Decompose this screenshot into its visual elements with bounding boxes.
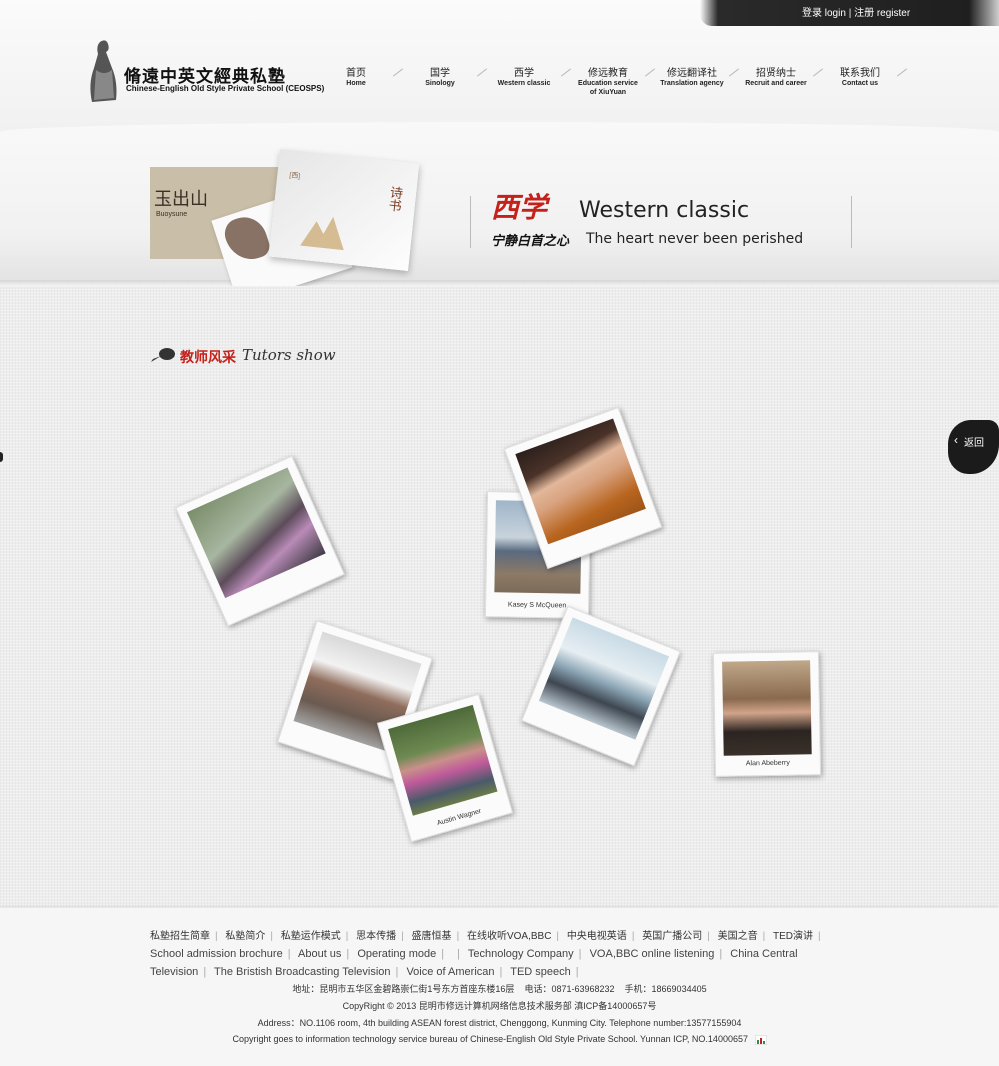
footer-link[interactable]: Voice of American [406, 966, 494, 978]
chevron-left-icon: ‹ [954, 433, 958, 447]
nav-item-translation-agency[interactable]: 修远翻译社 Translation agency [654, 64, 730, 88]
footer-links-en: School admission brochure | About us | Ope… [150, 948, 798, 978]
footer-mobile-cn: 手机：18669034405 [624, 984, 707, 994]
footer-address-cn: 地址：昆明市五华区金碧路崇仁街1号东方首座东楼16层 [292, 984, 515, 994]
nav-item-home[interactable]: 首页 Home [318, 64, 394, 88]
card-title: 玉出山 [154, 189, 208, 210]
nav-label-cn: 招贤纳士 [756, 68, 796, 79]
footer-copyright-en-row: Copyright goes to information technology… [0, 1034, 999, 1045]
footer-link[interactable]: VOA,BBC online listening [590, 948, 715, 960]
nav-label-en: Home [346, 80, 366, 87]
top-account-bar: 登录 login | 注册 register [700, 0, 999, 26]
nav-label-en: Contact us [841, 80, 879, 87]
mountain-illustration [300, 216, 344, 251]
nav-label-cn: 西学 [514, 68, 534, 79]
tutor-photo [515, 418, 646, 545]
nav-label-en: Recruit and career [745, 80, 807, 87]
footer-link[interactable]: School admission brochure [150, 948, 283, 960]
tutor-photo-card[interactable]: Alan Abeberry [712, 651, 822, 777]
login-link[interactable]: 登录 login [802, 8, 846, 19]
nav-label-cn: 修远翻译社 [667, 68, 717, 79]
footer-copyright-en: Copyright goes to information technology… [232, 1034, 748, 1044]
tutor-photo [722, 660, 812, 756]
register-link[interactable]: 注册 register [854, 8, 910, 19]
ink-stain-image [220, 211, 273, 266]
footer-copyright-cn: CopyRight © 2013 昆明市修远计算机网络信息技术服务部 滇ICP备… [342, 1001, 657, 1011]
banner-en-motto: The heart never been perished [586, 231, 804, 247]
nav-label-cn: 联系我们 [840, 68, 880, 79]
section-title-cn: 教师风采 [180, 349, 236, 365]
back-label: 返回 [964, 438, 984, 449]
footer-link[interactable]: 中央电视英语 [567, 931, 627, 942]
nav-label-cn: 国学 [430, 68, 450, 79]
footer-links-cn: 私塾招生简章 | 私塾简介 | 私塾运作模式 | 思本传播 | 盛唐恒基 | 在线收听VO… [150, 931, 821, 942]
card-tag: [西] [288, 172, 301, 181]
nav-label-cn: 修远教育 [588, 68, 628, 79]
site-logo[interactable]: 脩遠中英文經典私塾 Chinese-English Old Style Priv… [86, 36, 324, 108]
footer-contact-cn: 地址：昆明市五华区金碧路崇仁街1号东方首座东楼16层 电话：0871-63968… [0, 982, 999, 995]
footer-link[interactable]: Technology Company [468, 948, 574, 960]
nav-label-en-line2: of XiuYuan [589, 89, 627, 96]
brush-icon [151, 348, 175, 362]
banner-en-title: Western classic [579, 198, 750, 223]
footer-link[interactable]: 私塾招生简章 [150, 931, 210, 942]
banner-title-frame: 西学 Western classic 宁静白首之心 The heart neve… [470, 191, 852, 249]
footer-link[interactable]: Operating mode [357, 948, 436, 960]
footer-address-en: Address：NO.1106 room, 4th building ASEAN… [257, 1018, 742, 1028]
footer-link[interactable]: 私塾运作模式 [281, 931, 341, 942]
left-edge-tab[interactable] [0, 452, 3, 462]
footer-link[interactable]: 盛唐恒基 [412, 931, 452, 942]
nav-item-contact[interactable]: 联系我们 Contact us [822, 64, 898, 88]
footer-link[interactable]: 美国之音 [718, 931, 758, 942]
footer-phone-cn: 电话：0871-63968232 [524, 984, 615, 994]
tutor-photo [388, 704, 498, 816]
nav-label-en: Western classic [497, 80, 551, 87]
nav-label-cn: 首页 [346, 68, 366, 79]
banner-cn-motto: 宁静白首之心 [491, 234, 570, 249]
nav-label-en: Translation agency [660, 80, 724, 87]
statistics-icon[interactable] [754, 1034, 767, 1045]
confucius-figure-icon [90, 40, 117, 102]
footer-link[interactable]: TED演讲 [773, 931, 813, 942]
tutor-caption: Alan Abeberry [745, 759, 790, 768]
nav-item-sinology[interactable]: 国学 Sinology [402, 64, 478, 88]
account-links: 登录 login | 注册 register [802, 4, 910, 19]
section-title-en: Tutors show [242, 346, 336, 364]
footer-link[interactable]: The Bristish Broadcasting Television [214, 966, 391, 978]
footer-link[interactable]: TED speech [510, 966, 571, 978]
footer-link[interactable]: 思本传播 [356, 931, 396, 942]
nav-item-education-service[interactable]: 修远教育 Education service of XiuYuan [570, 64, 646, 97]
nav-item-recruit[interactable]: 招贤纳士 Recruit and career [738, 64, 814, 88]
card-seal: 诗书 [387, 185, 404, 215]
banner-cn-title: 西学 [491, 191, 548, 224]
footer-link[interactable]: About us [298, 948, 341, 960]
nav-label-en: Education service [578, 80, 638, 87]
logo-english-name: Chinese-English Old Style Private School… [126, 84, 325, 93]
nav-label-en: Sinology [425, 80, 455, 87]
footer-link[interactable]: 英国广播公司 [642, 931, 702, 942]
banner-card-calligraphy: [西] 诗书 [268, 148, 420, 272]
card-subtitle: Buoysune [156, 211, 188, 218]
footer-link[interactable]: 在线收听VOA,BBC [467, 931, 551, 942]
nav-item-western-classic[interactable]: 西学 Western classic [486, 64, 562, 88]
footer-link[interactable]: 私塾简介 [225, 931, 265, 942]
